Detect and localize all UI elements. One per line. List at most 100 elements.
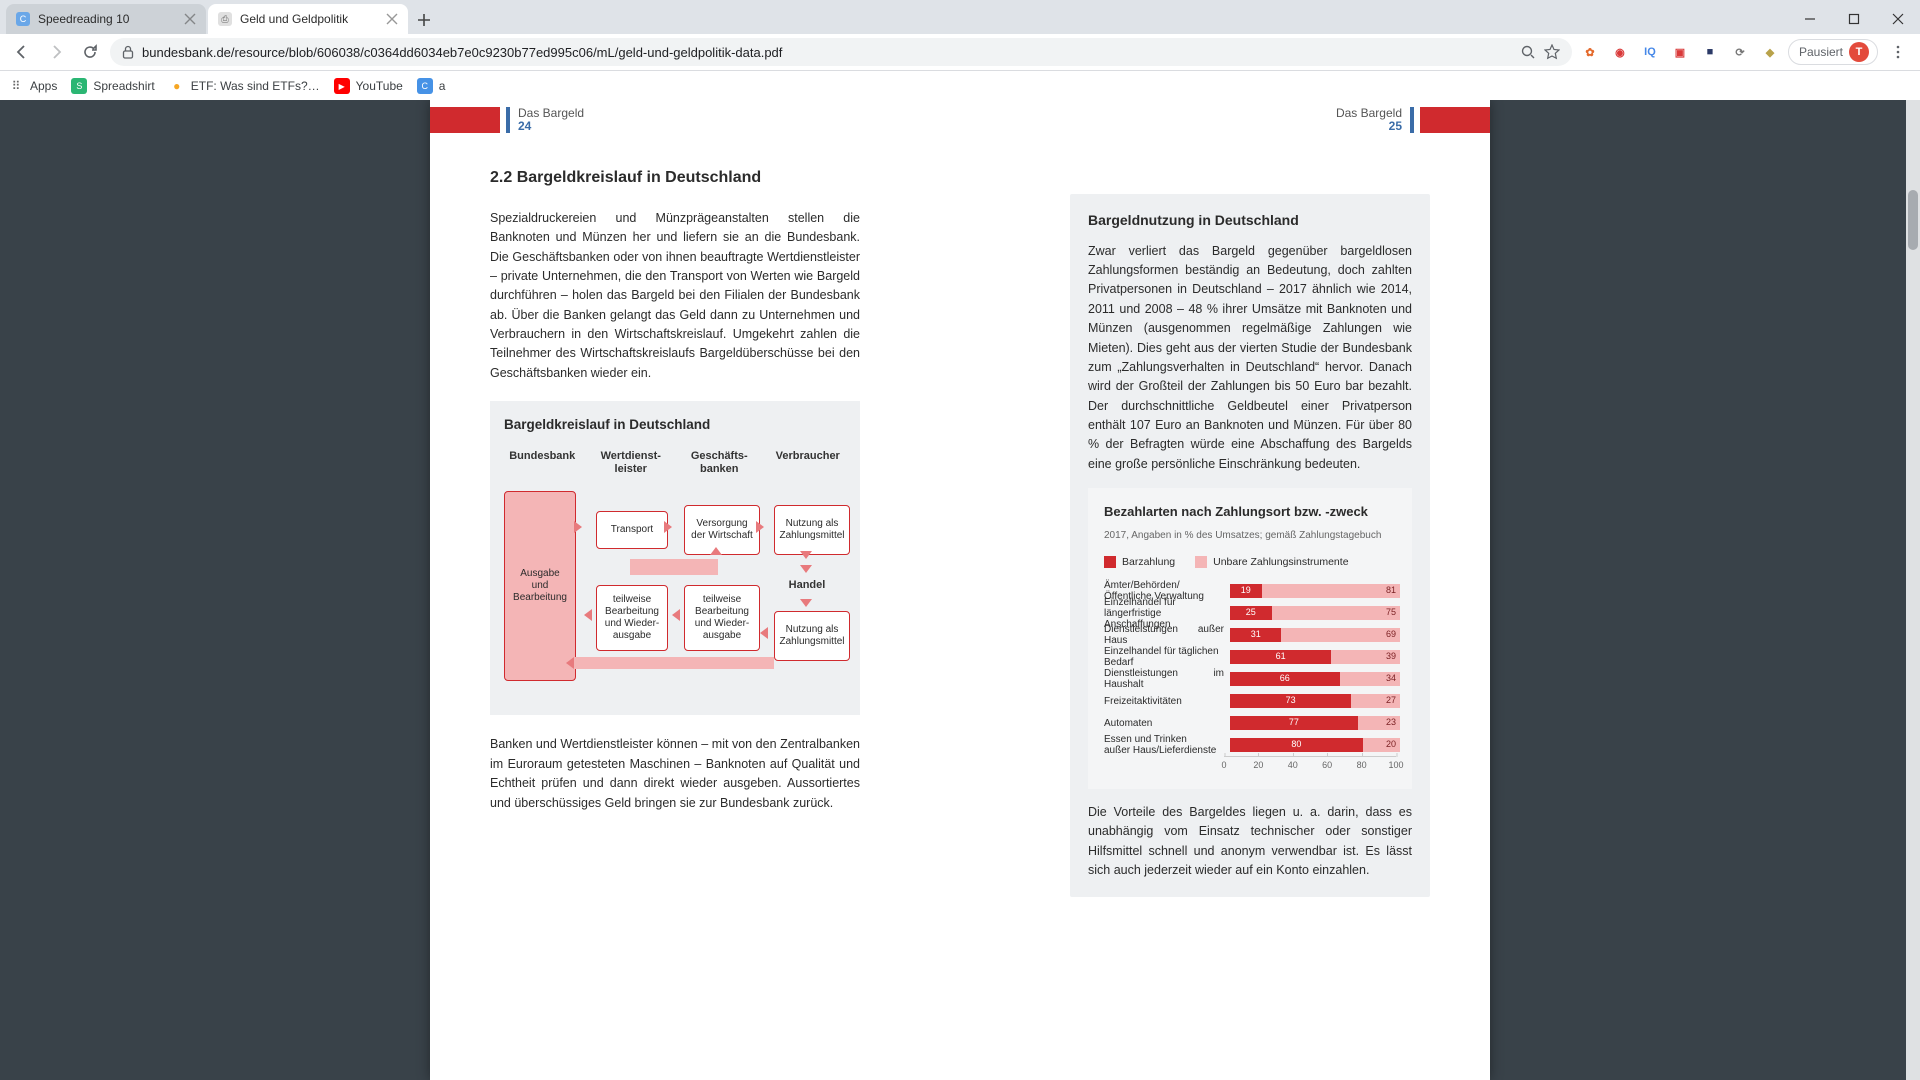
diagram-label-handel: Handel [774,579,840,592]
section-heading: 2.2 Bargeldkreislauf in Deutschland [490,166,860,191]
apps-icon: ⠿ [8,78,24,94]
bookmark-etf[interactable]: ●ETF: Was sind ETFs?… [169,78,320,94]
chart-bar-bar: 77 [1230,716,1358,730]
menu-button[interactable] [1884,38,1912,66]
bookmark-favicon: ▶ [334,78,350,94]
chart-legend: Barzahlung Unbare Zahlungsinstrumente [1104,554,1396,570]
page-number: 25 [1336,120,1402,133]
maximize-button[interactable] [1832,4,1876,34]
tab-favicon: C [16,12,30,26]
extension-icon[interactable]: ◆ [1758,40,1782,64]
pdf-page-spread: Das Bargeld 24 2.2 Bargeldkreislauf in D… [430,100,1490,1080]
bookmark-label: a [439,79,446,93]
chart-bar-group: 2080 [1230,738,1396,752]
browser-toolbar: bundesbank.de/resource/blob/606038/c0364… [0,34,1920,71]
legend-label: Unbare Zahlungsinstrumente [1213,554,1348,570]
chart-bar-group: 7525 [1230,606,1396,620]
diagram-box-teilweise-1: teilweise Bearbeitung und Wieder- ausgab… [596,585,668,651]
legend-swatch-unbar [1195,556,1207,568]
axis-tick: 40 [1288,759,1298,773]
chart-title: Bezahlarten nach Zahlungsort bzw. -zweck [1104,502,1396,522]
tab-speedreading[interactable]: C Speedreading 10 [6,4,206,34]
chart-subtitle: 2017, Angaben in % des Umsatzes; gemäß Z… [1104,528,1396,544]
extensions-row: ✿ ◉ IQ ▣ ■ ⟳ ◆ [1578,40,1782,64]
profile-chip[interactable]: Pausiert T [1788,39,1878,65]
chart-bar-unbar: 34 [1340,672,1400,686]
chart-bar-group: 3961 [1230,650,1396,664]
kebab-icon [1891,45,1905,59]
bookmarks-bar: ⠿Apps SSpreadshirt ●ETF: Was sind ETFs?…… [0,71,1920,102]
header-blue-bar [1410,107,1414,133]
chart-bar-bar: 66 [1230,672,1340,686]
paragraph: Zwar verliert das Bargeld gegenüber barg… [1088,242,1412,475]
back-button[interactable] [8,38,36,66]
tab-title: Speedreading 10 [38,12,176,26]
diagram-bargeldkreislauf: Bargeldkreislauf in Deutschland Bundesba… [490,401,860,715]
chart-bar-bar: 19 [1230,584,1262,598]
chart-row: Einzelhandel für täglichen Bedarf3961 [1104,646,1396,668]
bookmark-youtube[interactable]: ▶YouTube [334,78,403,94]
chart-bar-bar: 25 [1230,606,1272,620]
diagram-column-label: Verbraucher [770,450,847,475]
chart-bar-bar: 31 [1230,628,1281,642]
chart-bar-group: 3466 [1230,672,1396,686]
star-icon[interactable] [1544,44,1560,60]
bookmark-apps[interactable]: ⠿Apps [8,78,57,94]
diagram-box-nutzung-handel: Nutzung als Zahlungsmittel [774,611,850,661]
diagram-column-label: Wertdienst- leister [593,450,670,475]
tab-geld-und-geldpolitik[interactable]: ⎙ Geld und Geldpolitik [208,4,408,34]
url-text: bundesbank.de/resource/blob/606038/c0364… [142,45,1512,60]
chart-bar-group: 8119 [1230,584,1396,598]
diagram-box-nutzung-verbraucher: Nutzung als Zahlungsmittel [774,505,850,555]
bookmark-label: ETF: Was sind ETFs?… [191,79,320,93]
info-box-bargeldnutzung: Bargeldnutzung in Deutschland Zwar verli… [1070,194,1430,897]
lock-icon [122,45,134,59]
chart-row: Dienstleistungen im Haushalt3466 [1104,668,1396,690]
extension-icon[interactable]: ■ [1698,40,1722,64]
diagram-box-ausgabe: Ausgabe und Bearbeitung [504,491,576,681]
diagram-title: Bargeldkreislauf in Deutschland [504,415,846,436]
chart-bar-unbar: 20 [1363,738,1400,752]
extension-icon[interactable]: ▣ [1668,40,1692,64]
header-red-bar [430,107,500,133]
paragraph: Die Vorteile des Bargeldes liegen u. a. … [1088,803,1412,881]
new-tab-button[interactable] [410,6,438,34]
paragraph: Banken und Wertdienstleister können – mi… [490,735,860,813]
reload-icon [82,44,98,60]
bookmark-spreadshirt[interactable]: SSpreadshirt [71,78,154,94]
extension-icon[interactable]: ✿ [1578,40,1602,64]
extension-icon[interactable]: ⟳ [1728,40,1752,64]
axis-tick: 80 [1357,759,1367,773]
address-bar[interactable]: bundesbank.de/resource/blob/606038/c0364… [110,38,1572,66]
chart-bar-bar: 61 [1230,650,1331,664]
bookmark-a[interactable]: Ca [417,78,446,94]
minimize-button[interactable] [1788,4,1832,34]
close-icon [1892,13,1904,25]
diagram-box-transport: Transport [596,511,668,549]
vertical-scrollbar[interactable] [1906,100,1920,1080]
forward-button[interactable] [42,38,70,66]
chart-bar-group: 6931 [1230,628,1396,642]
chart-x-axis: 020406080100 [1224,756,1396,775]
close-icon[interactable] [386,13,398,25]
minimize-icon [1804,13,1816,25]
close-window-button[interactable] [1876,4,1920,34]
chart-bar-group: 2377 [1230,716,1396,730]
legend-swatch-bar [1104,556,1116,568]
arrow-right-icon [47,43,65,61]
scrollbar-thumb[interactable] [1908,190,1918,250]
axis-tick: 60 [1322,759,1332,773]
chart-bar-group: 2773 [1230,694,1396,708]
chart-bar-unbar: 81 [1262,584,1400,598]
pdf-page-24: Das Bargeld 24 2.2 Bargeldkreislauf in D… [430,100,960,1080]
reload-button[interactable] [76,38,104,66]
zoom-icon[interactable] [1520,44,1536,60]
page-number: 24 [518,120,584,133]
axis-tick: 20 [1253,759,1263,773]
chart-category-label: Automaten [1104,718,1230,729]
chart-bar-unbar: 69 [1281,628,1400,642]
extension-icon[interactable]: IQ [1638,40,1662,64]
extension-icon[interactable]: ◉ [1608,40,1632,64]
close-icon[interactable] [184,13,196,25]
chart-row: Dienstleistungen außer Haus6931 [1104,624,1396,646]
